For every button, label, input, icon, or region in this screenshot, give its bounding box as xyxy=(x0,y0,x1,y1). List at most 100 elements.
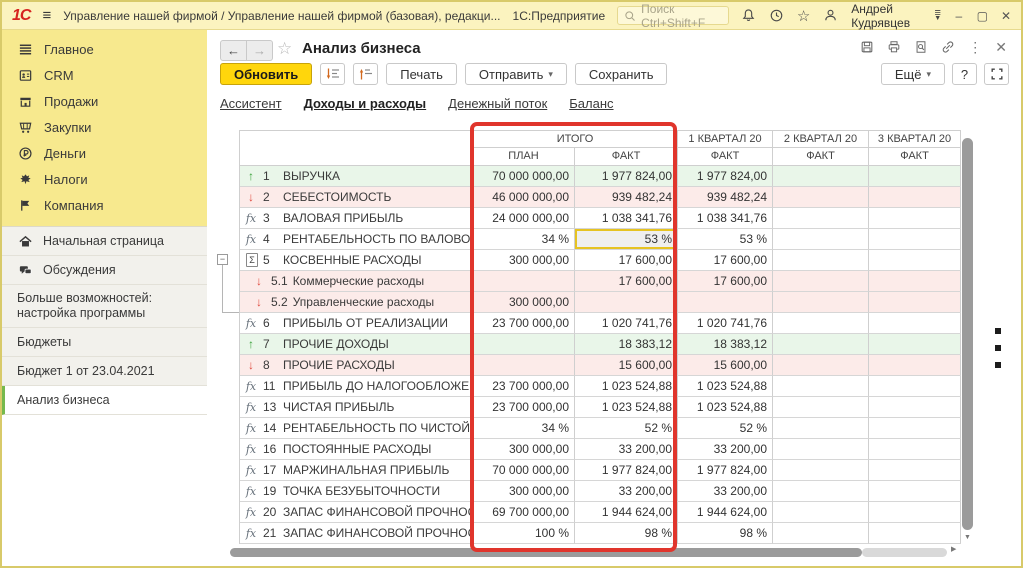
collapse-levels-button[interactable] xyxy=(353,63,378,85)
sidebar-item-secondary-5[interactable]: Анализ бизнеса xyxy=(2,386,207,415)
cell-q2-fact[interactable] xyxy=(773,271,869,292)
cell-total-fact[interactable] xyxy=(575,292,678,313)
tab-income-expenses[interactable]: Доходы и расходы xyxy=(304,96,427,111)
row-label-cell[interactable]: fx20ЗАПАС ФИНАНСОВОЙ ПРОЧНОСТИ, РУБ. xyxy=(240,502,473,523)
row-label-cell[interactable]: fx11ПРИБЫЛЬ ДО НАЛОГООБЛОЖЕНИЯ xyxy=(240,376,473,397)
row-label-cell[interactable]: fx4РЕНТАБЕЛЬНОСТЬ ПО ВАЛОВОЙ ПРИБЫЛИ xyxy=(240,229,473,250)
cell-q3-fact[interactable] xyxy=(869,292,961,313)
sidebar-item-5[interactable]: Налоги xyxy=(2,166,207,192)
cell-q3-fact[interactable] xyxy=(869,481,961,502)
column-group-q1[interactable]: 1 КВАРТАЛ 20 xyxy=(678,131,773,148)
cell-q2-fact[interactable] xyxy=(773,502,869,523)
back-button[interactable]: ← xyxy=(220,40,247,61)
cell-total-fact[interactable]: 98 % xyxy=(575,523,678,544)
user-name[interactable]: Андрей Кудрявцев xyxy=(851,2,921,30)
cell-q3-fact[interactable] xyxy=(869,523,961,544)
cell-q3-fact[interactable] xyxy=(869,439,961,460)
row-label-cell[interactable]: ↑1ВЫРУЧКА xyxy=(240,166,473,187)
favorites-star-icon[interactable]: ☆ xyxy=(797,7,810,25)
row-label-cell[interactable]: fx14РЕНТАБЕЛЬНОСТЬ ПО ЧИСТОЙ ПРИБЫЛИ xyxy=(240,418,473,439)
horizontal-scrollbar-track[interactable] xyxy=(862,548,947,557)
send-button[interactable]: Отправить▾ xyxy=(465,63,567,85)
row-label-cell[interactable]: fx13ЧИСТАЯ ПРИБЫЛЬ xyxy=(240,397,473,418)
cell-total-plan[interactable]: 70 000 000,00 xyxy=(473,166,575,187)
column-q1-fact[interactable]: ФАКТ xyxy=(678,148,773,166)
cell-total-plan[interactable]: 300 000,00 xyxy=(473,439,575,460)
tab-balance[interactable]: Баланс xyxy=(569,96,613,111)
row-label-cell[interactable]: ↓5.1Коммерческие расходы xyxy=(240,271,473,292)
cell-q2-fact[interactable] xyxy=(773,313,869,334)
cell-total-plan[interactable]: 300 000,00 xyxy=(473,292,575,313)
cell-q2-fact[interactable] xyxy=(773,334,869,355)
row-label-cell[interactable]: ↓2СЕБЕСТОИМОСТЬ xyxy=(240,187,473,208)
column-q3-fact[interactable]: ФАКТ xyxy=(869,148,961,166)
cell-total-fact[interactable]: 1 023 524,88 xyxy=(575,376,678,397)
cell-q1-fact[interactable]: 1 038 341,76 xyxy=(678,208,773,229)
service-menu-icon[interactable]: ≡▼ xyxy=(934,11,941,21)
cell-q1-fact[interactable]: 17 600,00 xyxy=(678,250,773,271)
cell-q1-fact[interactable]: 33 200,00 xyxy=(678,439,773,460)
cell-q2-fact[interactable] xyxy=(773,166,869,187)
cell-q1-fact[interactable]: 1 023 524,88 xyxy=(678,376,773,397)
cell-q1-fact[interactable]: 1 944 624,00 xyxy=(678,502,773,523)
cell-q1-fact[interactable]: 939 482,24 xyxy=(678,187,773,208)
sidebar-item-secondary-2[interactable]: Больше возможностей: настройка программы xyxy=(2,285,207,328)
cell-total-fact[interactable]: 1 020 741,76 xyxy=(575,313,678,334)
sidebar-item-0[interactable]: Главное xyxy=(2,36,207,62)
close-form-icon[interactable]: ✕ xyxy=(995,40,1007,54)
forward-button[interactable]: → xyxy=(247,40,273,61)
sidebar-item-secondary-0[interactable]: Начальная страница xyxy=(2,227,207,256)
cell-q1-fact[interactable]: 18 383,12 xyxy=(678,334,773,355)
cell-total-plan[interactable]: 23 700 000,00 xyxy=(473,376,575,397)
cell-total-plan[interactable]: 100 % xyxy=(473,523,575,544)
sidebar-item-3[interactable]: Закупки xyxy=(2,114,207,140)
sidebar-item-2[interactable]: Продажи xyxy=(2,88,207,114)
cell-q2-fact[interactable] xyxy=(773,250,869,271)
cell-q1-fact[interactable]: 1 023 524,88 xyxy=(678,397,773,418)
cell-total-fact[interactable]: 939 482,24 xyxy=(575,187,678,208)
cell-q2-fact[interactable] xyxy=(773,460,869,481)
cell-total-plan[interactable]: 34 % xyxy=(473,229,575,250)
horizontal-scrollbar[interactable] xyxy=(230,548,862,557)
cell-q1-fact[interactable]: 1 977 824,00 xyxy=(678,166,773,187)
panel-grip-dots[interactable] xyxy=(995,328,1001,368)
row-label-cell[interactable]: Σ5КОСВЕННЫЕ РАСХОДЫ xyxy=(240,250,473,271)
cell-q1-fact[interactable] xyxy=(678,292,773,313)
main-menu-icon[interactable]: ≡ xyxy=(42,8,51,23)
column-group-q2[interactable]: 2 КВАРТАЛ 20 xyxy=(773,131,869,148)
cell-total-plan[interactable]: 23 700 000,00 xyxy=(473,313,575,334)
maximize-button[interactable]: ▢ xyxy=(977,9,988,23)
sidebar-item-secondary-3[interactable]: Бюджеты xyxy=(2,328,207,357)
cell-total-fact[interactable]: 1 038 341,76 xyxy=(575,208,678,229)
sidebar-item-4[interactable]: Деньги xyxy=(2,140,207,166)
cell-q2-fact[interactable] xyxy=(773,418,869,439)
row-label-cell[interactable]: ↓8ПРОЧИЕ РАСХОДЫ xyxy=(240,355,473,376)
fullscreen-button[interactable] xyxy=(984,63,1009,85)
cell-q2-fact[interactable] xyxy=(773,439,869,460)
cell-q3-fact[interactable] xyxy=(869,187,961,208)
cell-q1-fact[interactable]: 1 977 824,00 xyxy=(678,460,773,481)
preview-icon[interactable] xyxy=(914,40,928,54)
cell-q2-fact[interactable] xyxy=(773,229,869,250)
sidebar-item-secondary-1[interactable]: Обсуждения xyxy=(2,256,207,285)
tab-assistant[interactable]: Ассистент xyxy=(220,96,282,111)
row-label-cell[interactable]: fx17МАРЖИНАЛЬНАЯ ПРИБЫЛЬ xyxy=(240,460,473,481)
cell-total-fact-selected[interactable]: 53 % xyxy=(575,229,678,250)
cell-total-fact[interactable]: 1 944 624,00 xyxy=(575,502,678,523)
cell-q1-fact[interactable]: 33 200,00 xyxy=(678,481,773,502)
row-label-cell[interactable]: ↓5.2Управленческие расходы xyxy=(240,292,473,313)
cell-q1-fact[interactable]: 17 600,00 xyxy=(678,271,773,292)
column-group-total[interactable]: ИТОГО xyxy=(473,131,678,148)
add-to-favorites-star-icon[interactable]: ☆ xyxy=(277,39,292,59)
cell-total-fact[interactable]: 33 200,00 xyxy=(575,439,678,460)
cell-total-fact[interactable]: 15 600,00 xyxy=(575,355,678,376)
scroll-down-arrow-icon[interactable]: ▼ xyxy=(964,534,971,541)
cell-q2-fact[interactable] xyxy=(773,355,869,376)
global-search-input[interactable]: Поиск Ctrl+Shift+F xyxy=(617,6,729,25)
cell-q3-fact[interactable] xyxy=(869,271,961,292)
cell-total-plan[interactable] xyxy=(473,355,575,376)
sidebar-item-1[interactable]: CRM xyxy=(2,62,207,88)
row-label-cell[interactable]: fx21ЗАПАС ФИНАНСОВОЙ ПРОЧНОСТИ, % xyxy=(240,523,473,544)
row-label-cell[interactable]: ↑7ПРОЧИЕ ДОХОДЫ xyxy=(240,334,473,355)
row-label-cell[interactable]: fx19ТОЧКА БЕЗУБЫТОЧНОСТИ xyxy=(240,481,473,502)
